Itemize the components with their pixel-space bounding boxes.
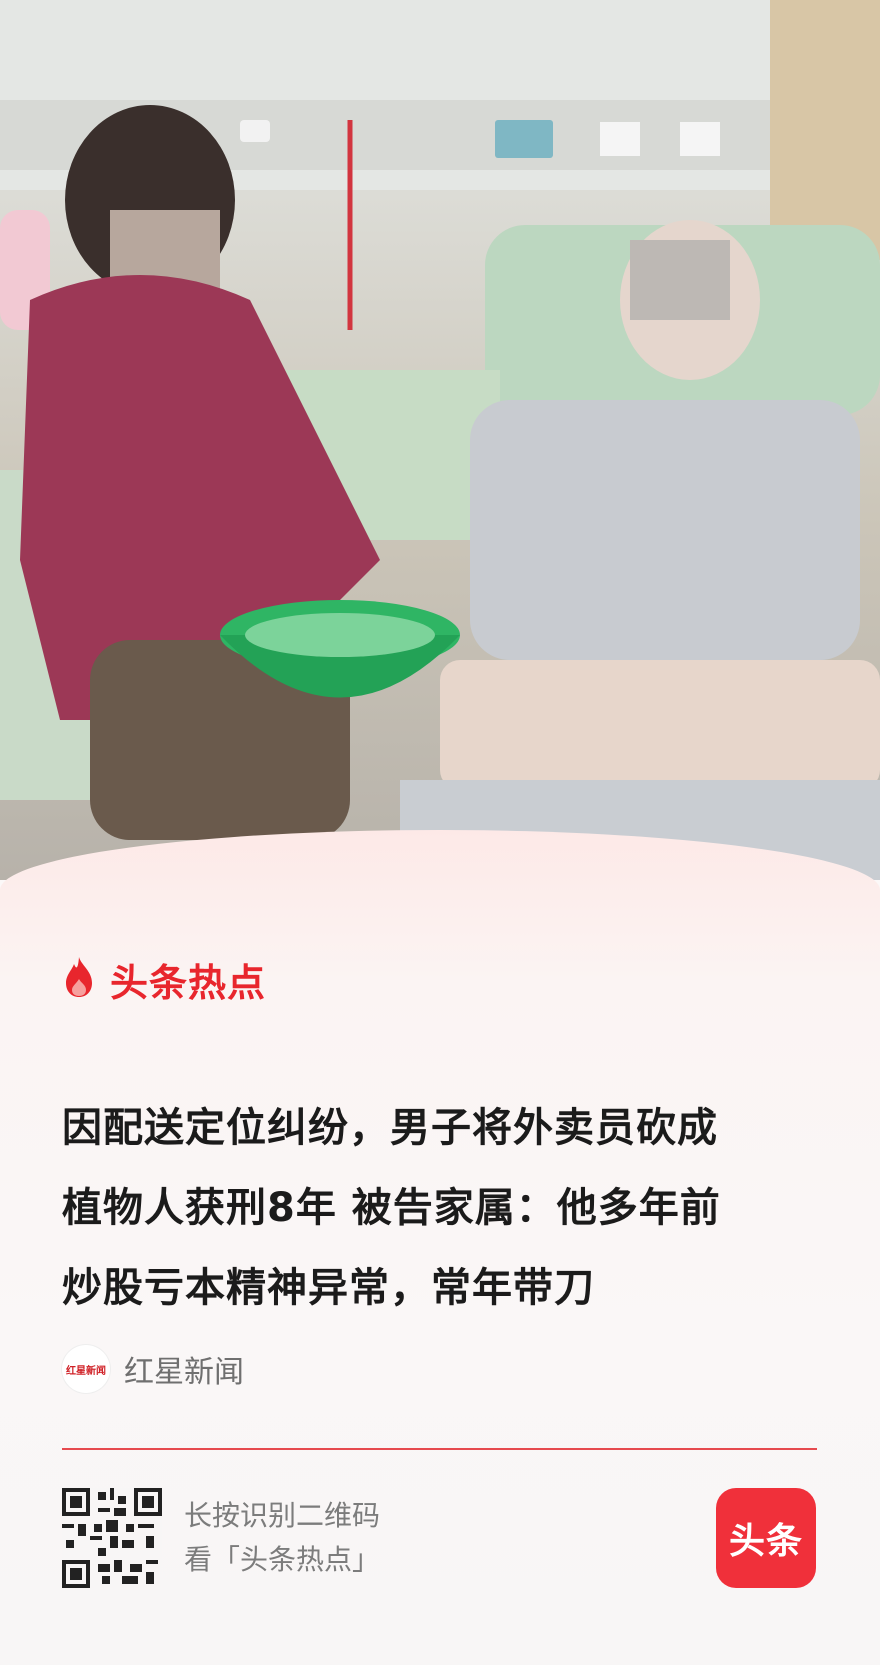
divider bbox=[62, 1448, 817, 1450]
toutiao-app-button[interactable]: 头条 bbox=[716, 1488, 816, 1588]
headline-line-2: 植物人获刑8年 被告家属：他多年前 bbox=[62, 1185, 721, 1231]
source-logo-text: 红星新闻 bbox=[66, 1365, 106, 1377]
news-photo bbox=[0, 0, 880, 880]
qr-code-icon[interactable] bbox=[62, 1488, 162, 1588]
source-name: 红星新闻 bbox=[124, 1355, 244, 1390]
article-headline[interactable]: 因配送定位纠纷，男子将外卖员砍成 植物人获刑8年 被告家属：他多年前 炒股亏本精… bbox=[62, 1088, 832, 1328]
headline-line-3: 炒股亏本精神异常，常年带刀 bbox=[62, 1265, 595, 1311]
source-logo: 红星新闻 bbox=[62, 1345, 110, 1393]
flame-icon bbox=[62, 955, 96, 1003]
qr-instructions: 长按识别二维码 看「头条热点」 bbox=[184, 1494, 380, 1582]
brand-header[interactable]: 头条热点 bbox=[62, 955, 266, 1005]
brand-name: 头条热点 bbox=[110, 960, 267, 1005]
qr-line-2: 看「头条热点」 bbox=[184, 1543, 381, 1576]
qr-line-1: 长按识别二维码 bbox=[184, 1499, 381, 1532]
hospital-scene-illustration bbox=[0, 0, 880, 880]
app-label: 头条 bbox=[728, 1521, 803, 1562]
headline-line-1: 因配送定位纠纷，男子将外卖员砍成 bbox=[62, 1105, 718, 1151]
article-source[interactable]: 红星新闻 红星新闻 bbox=[62, 1345, 244, 1393]
